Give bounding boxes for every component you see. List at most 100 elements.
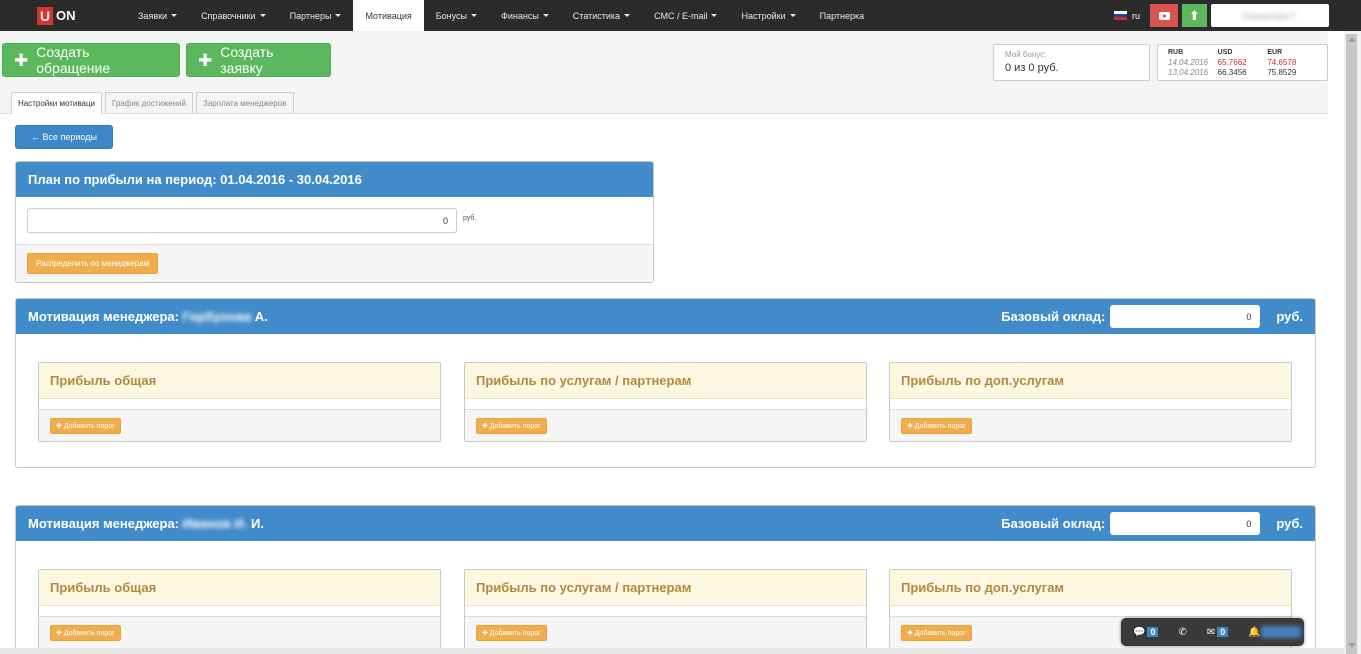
- user-name: Корнилова Г.: [1242, 10, 1298, 21]
- manager-name: Иванов И.: [182, 516, 248, 531]
- card-title: Прибыль по услугам / партнерам: [465, 363, 866, 399]
- user-menu[interactable]: Корнилова Г.: [1211, 4, 1329, 27]
- scroll-down-icon[interactable]: [1348, 643, 1356, 648]
- tab-manager-salary[interactable]: Зарплата менеджеров: [195, 92, 294, 113]
- bell-icon: 🔔: [1248, 626, 1261, 638]
- add-threshold-button[interactable]: ✚ Добавить порог: [50, 417, 121, 434]
- action-bar: ✚ Создать обращение ✚ Создать заявку Мой…: [0, 31, 1328, 114]
- manager-initial: А.: [254, 309, 268, 324]
- create-order-button[interactable]: ✚ Создать заявку: [186, 43, 331, 77]
- card-title: Прибыль общая: [39, 363, 440, 399]
- create-request-button[interactable]: ✚ Создать обращение: [2, 43, 180, 77]
- nav-item-directories[interactable]: Справочники: [189, 0, 278, 31]
- manager-panel-header: Мотивация менеджера: Горбунова А. Базовы…: [16, 299, 1315, 334]
- plus-icon: ✚: [14, 50, 29, 70]
- profit-plan-title: План по прибыли на период: 01.04.2016 - …: [16, 162, 653, 197]
- bonus-value: 0 из 0 руб.: [1005, 62, 1059, 74]
- logo[interactable]: U ON: [0, 0, 126, 31]
- caret-down-icon: [624, 14, 631, 17]
- manager-title: Мотивация менеджера:: [28, 309, 179, 324]
- base-salary-label: Базовый оклад:: [1001, 516, 1106, 531]
- envelope-icon: ✉: [1206, 626, 1216, 638]
- profit-plan-body: 0 руб.: [16, 197, 653, 245]
- arrow-up-icon: ⬆: [1189, 7, 1200, 23]
- nav-item-label: Заявки: [138, 10, 168, 21]
- base-salary-input[interactable]: 0: [1110, 512, 1261, 535]
- add-threshold-button[interactable]: ✚ Добавить порог: [476, 624, 547, 641]
- nav-item-label: Мотивация: [365, 10, 412, 21]
- youtube-button[interactable]: [1150, 4, 1178, 27]
- nav-item-partners[interactable]: Партнеры: [278, 0, 354, 31]
- youtube-icon: [1158, 11, 1170, 20]
- vertical-scrollbar[interactable]: [1344, 31, 1361, 654]
- base-salary-input[interactable]: 0: [1110, 305, 1261, 328]
- scroll-up-icon[interactable]: [1348, 37, 1356, 42]
- caret-down-icon: [171, 14, 178, 17]
- chat-messages[interactable]: 💬 0: [1133, 626, 1159, 638]
- card-title: Прибыль по доп.услугам: [890, 363, 1291, 399]
- rates-header: RUB USD EUR: [1168, 48, 1317, 58]
- main-menu: Заявки Справочники Партнеры Мотивация Бо…: [126, 0, 876, 31]
- add-threshold-button[interactable]: ✚ Добавить порог: [901, 417, 972, 434]
- rate-usd: 65.7662: [1217, 58, 1247, 67]
- currency-rates: RUB USD EUR 14.04.2016 65.7662 74.6578 1…: [1157, 44, 1328, 81]
- rate-eur: 74.6578: [1267, 58, 1297, 67]
- chat-bubble-icon: 💬: [1133, 626, 1146, 638]
- my-bonus-box: Мой бонус: 0 из 0 руб.: [993, 44, 1150, 81]
- create-request-label: Создать обращение: [36, 44, 111, 76]
- nav-item-label: Статистика: [572, 10, 621, 21]
- caret-down-icon: [711, 14, 718, 17]
- all-periods-button[interactable]: ← Все периоды: [15, 125, 113, 149]
- upload-button[interactable]: ⬆: [1182, 4, 1207, 27]
- scrollbar-thumb[interactable]: [1346, 34, 1357, 654]
- nav-item-settings[interactable]: Настройки: [729, 0, 807, 31]
- card-total-profit: Прибыль общая ✚ Добавить порог: [38, 362, 441, 442]
- nav-item-label: Партнерка: [819, 10, 865, 21]
- nav-item-label: Настройки: [741, 10, 786, 21]
- nav-item-bonuses[interactable]: Бонусы: [424, 0, 489, 31]
- base-salary: Базовый оклад: 0 руб.: [1001, 299, 1303, 334]
- logo-on: ON: [56, 8, 76, 23]
- notifications-button[interactable]: 🔔: [1248, 626, 1301, 638]
- rates-row: 13.04.2016 66.3456 75.8529: [1168, 68, 1317, 78]
- add-threshold-button[interactable]: ✚ Добавить порог: [50, 624, 121, 641]
- nav-item-label: Справочники: [201, 10, 256, 21]
- add-threshold-button[interactable]: ✚ Добавить порог: [901, 624, 972, 641]
- nav-item-sms-email[interactable]: СМС / E-mail: [642, 0, 729, 31]
- profit-plan-input[interactable]: 0: [27, 208, 457, 233]
- manager-panel-header: Мотивация менеджера: Иванов И. И. Базовы…: [16, 506, 1315, 541]
- rates-header-rub: RUB: [1168, 49, 1184, 56]
- base-salary-label: Базовый оклад:: [1001, 309, 1106, 324]
- nav-item-statistics[interactable]: Статистика: [561, 0, 642, 31]
- manager-motivation-panel: Мотивация менеджера: Горбунова А. Базовы…: [15, 298, 1316, 468]
- profit-plan-footer: Распределить по менеджерам: [16, 245, 653, 282]
- mail-button[interactable]: ✉ 0: [1206, 626, 1229, 638]
- rate-eur: 75.8529: [1267, 68, 1297, 77]
- language-switcher[interactable]: ru: [1113, 10, 1140, 21]
- caret-down-icon: [789, 14, 796, 17]
- nav-item-orders[interactable]: Заявки: [126, 0, 189, 31]
- language-label: ru: [1131, 10, 1140, 21]
- nav-right: ru ⬆ Корнилова Г.: [1113, 0, 1329, 31]
- distribute-button[interactable]: Распределить по менеджерам: [27, 253, 159, 274]
- phone-button[interactable]: ✆: [1178, 627, 1186, 638]
- tab-achievement-schedule[interactable]: График достижений: [105, 92, 193, 113]
- nav-item-affiliate[interactable]: Партнерка: [808, 0, 877, 31]
- plus-icon: ✚: [198, 50, 213, 70]
- caret-down-icon: [471, 14, 477, 17]
- add-threshold-button[interactable]: ✚ Добавить порог: [476, 417, 547, 434]
- russian-flag-icon: [1113, 11, 1127, 20]
- horizontal-scrollbar[interactable]: [0, 648, 1344, 654]
- card-service-profit: Прибыль по услугам / партнерам ✚ Добавит…: [464, 569, 867, 649]
- mail-count: 0: [1217, 627, 1229, 637]
- nav-item-label: Бонусы: [435, 10, 467, 21]
- nav-item-label: СМС / E-mail: [654, 10, 708, 21]
- nav-item-motivation[interactable]: Мотивация: [353, 0, 424, 31]
- manager-initial: И.: [251, 516, 264, 531]
- base-salary-unit: руб.: [1276, 309, 1303, 324]
- tab-motivation-settings[interactable]: Настройки мотиваци: [11, 92, 103, 114]
- profit-plan-unit: руб.: [463, 215, 477, 222]
- logo-u: U: [37, 6, 53, 25]
- nav-item-finance[interactable]: Финансы: [489, 0, 561, 31]
- card-extra-service-profit: Прибыль по доп.услугам ✚ Добавить порог: [889, 362, 1292, 442]
